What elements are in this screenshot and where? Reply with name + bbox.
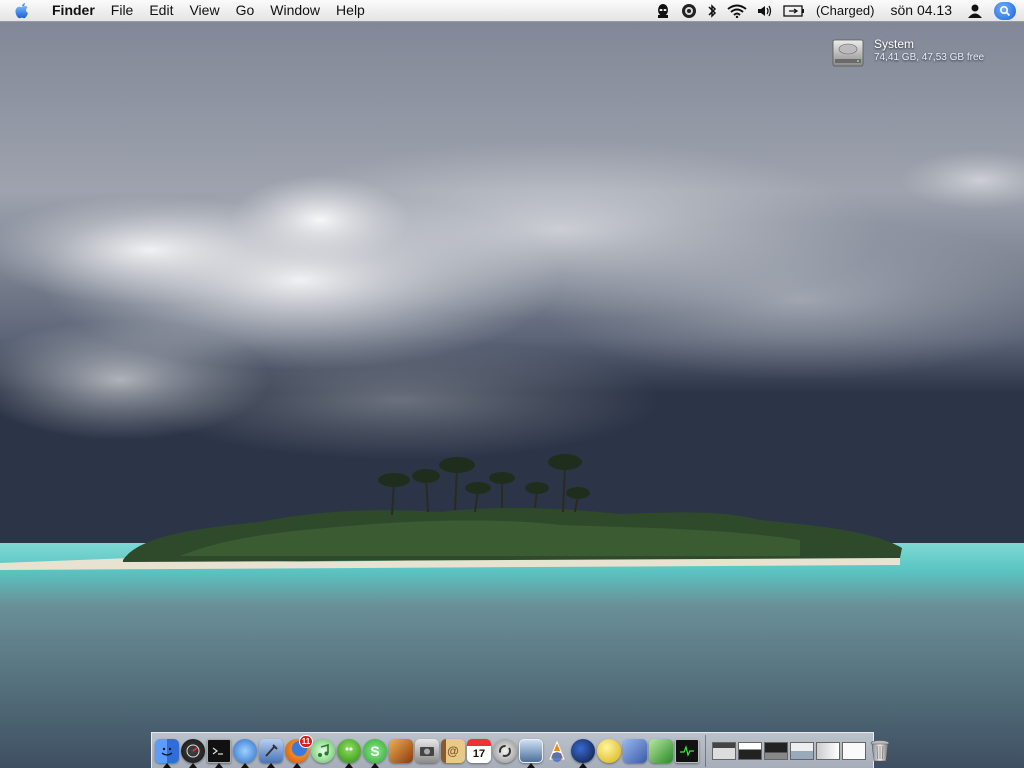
- dock-adium[interactable]: [336, 734, 362, 768]
- window-thumbnail-icon: [764, 741, 788, 760]
- dock-minimized-window-1[interactable]: [711, 734, 737, 768]
- adium-icon: [337, 738, 361, 763]
- camera-icon: [415, 738, 439, 763]
- dock: 11 S @ 17: [151, 732, 890, 768]
- dock-photo-booth[interactable]: [388, 734, 414, 768]
- dock-dashboard[interactable]: [180, 734, 206, 768]
- menu-file[interactable]: File: [103, 0, 142, 21]
- menu-app-finder[interactable]: Finder: [44, 0, 103, 21]
- drive-name-label: System: [874, 37, 915, 51]
- activity-monitor-icon: [675, 738, 699, 763]
- dock-money[interactable]: [648, 734, 674, 768]
- drive-info-label: 74,41 GB, 47,53 GB free: [874, 52, 985, 63]
- running-indicator: [241, 762, 249, 768]
- spotlight-search-icon[interactable]: [994, 1, 1016, 20]
- battery-status-text[interactable]: (Charged): [810, 0, 881, 21]
- dock-address-book[interactable]: @: [440, 734, 466, 768]
- dock-minimized-window-2[interactable]: [737, 734, 763, 768]
- dock-delivery[interactable]: [622, 734, 648, 768]
- trash-icon: [870, 739, 890, 761]
- desktop-wallpaper: [0, 0, 1024, 768]
- running-indicator: [215, 762, 223, 768]
- apple-menu-icon[interactable]: [0, 0, 44, 21]
- wifi-icon[interactable]: [722, 0, 752, 21]
- sync-icon: [493, 738, 517, 763]
- dock-ssh[interactable]: [570, 734, 596, 768]
- dock-bubble[interactable]: [596, 734, 622, 768]
- running-indicator: [293, 762, 301, 768]
- menu-view[interactable]: View: [181, 0, 227, 21]
- dock-activity-monitor[interactable]: [674, 734, 700, 768]
- dock-ical[interactable]: 17: [466, 734, 492, 768]
- dock-itunes[interactable]: [310, 734, 336, 768]
- money-icon: [649, 738, 673, 763]
- running-indicator: [163, 762, 171, 768]
- dock-finder[interactable]: [154, 734, 180, 768]
- dock-minimized-window-4[interactable]: [789, 734, 815, 768]
- dock-firefox[interactable]: 11: [284, 734, 313, 768]
- dock-sync[interactable]: [492, 734, 518, 768]
- calendar-date-label: 17: [472, 747, 486, 760]
- window-thumbnail-icon: [712, 741, 736, 760]
- running-indicator: [267, 762, 275, 768]
- hard-drive-icon[interactable]: [830, 34, 866, 70]
- dock-safari[interactable]: [232, 734, 258, 768]
- dock-iphoto[interactable]: [414, 734, 440, 768]
- system-drive-icon-group[interactable]: System 74,41 GB, 47,53 GB free: [830, 34, 984, 70]
- menu-edit[interactable]: Edit: [141, 0, 181, 21]
- dock-minimized-window-6[interactable]: [841, 734, 867, 768]
- dock-vlc[interactable]: [544, 734, 570, 768]
- dashboard-icon: [181, 738, 205, 763]
- menu-go[interactable]: Go: [228, 0, 263, 21]
- window-thumbnail-icon: [790, 741, 814, 760]
- bluetooth-icon[interactable]: [702, 0, 722, 21]
- menu-help[interactable]: Help: [328, 0, 373, 21]
- dock-separator: [705, 734, 706, 767]
- dock-preview[interactable]: [518, 734, 544, 768]
- xcode-icon: [259, 738, 283, 763]
- delivery-icon: [623, 738, 647, 763]
- finder-icon: [155, 738, 179, 763]
- dock-xcode[interactable]: [258, 734, 284, 768]
- terminal-icon: [207, 738, 231, 763]
- photo-icon: [389, 738, 413, 763]
- menu-bar: Finder File Edit View Go Window Help (Ch…: [0, 0, 1024, 22]
- running-indicator: [345, 762, 353, 768]
- window-thumbnail-icon: [816, 741, 840, 760]
- safari-icon: [233, 738, 257, 763]
- calendar-icon: 17: [467, 738, 491, 763]
- dock-terminal[interactable]: [206, 734, 232, 768]
- volume-icon[interactable]: [752, 0, 778, 21]
- menu-clock[interactable]: sön 04.13: [881, 0, 963, 21]
- window-thumbnail-icon: [738, 741, 762, 760]
- running-indicator: [189, 762, 197, 768]
- battery-icon[interactable]: [778, 0, 810, 21]
- dock-skype[interactable]: S: [362, 734, 388, 768]
- window-thumbnail-icon: [842, 741, 866, 760]
- address-book-icon: @: [441, 738, 465, 763]
- skype-icon: S: [363, 738, 387, 763]
- running-indicator: [527, 762, 535, 768]
- dock-trash[interactable]: [867, 734, 893, 768]
- yellow-ball-icon: [597, 738, 621, 763]
- itunes-icon: [311, 738, 335, 763]
- vlc-icon: [545, 739, 569, 763]
- running-indicator: [371, 762, 379, 768]
- running-indicator: [579, 762, 587, 768]
- gear-status-icon[interactable]: [676, 0, 702, 21]
- dock-minimized-window-3[interactable]: [763, 734, 789, 768]
- ssh-icon: [571, 738, 595, 763]
- alien-status-icon[interactable]: [650, 0, 676, 21]
- desktop[interactable]: Finder File Edit View Go Window Help (Ch…: [0, 0, 1024, 768]
- dock-minimized-window-5[interactable]: [815, 734, 841, 768]
- menu-window[interactable]: Window: [262, 0, 328, 21]
- preview-icon: [519, 738, 543, 763]
- user-icon[interactable]: [962, 0, 988, 21]
